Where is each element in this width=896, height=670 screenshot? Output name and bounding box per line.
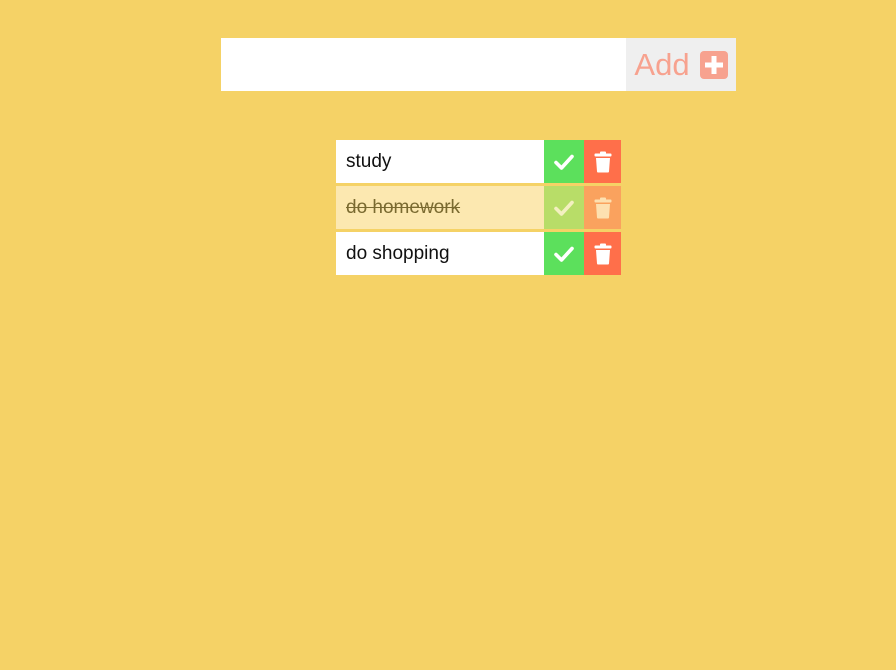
check-icon <box>554 154 574 170</box>
todo-text: do shopping <box>346 242 450 264</box>
todo-text: do homework <box>346 196 461 218</box>
check-icon <box>554 246 574 262</box>
delete-button[interactable] <box>584 140 621 183</box>
todo-item: do homework <box>336 186 621 229</box>
add-todo-form: Add <box>221 38 736 91</box>
delete-button[interactable] <box>584 232 621 275</box>
trash-icon <box>594 243 611 264</box>
add-button-label: Add <box>634 47 690 82</box>
add-button[interactable]: Add <box>626 38 736 91</box>
check-icon <box>554 200 574 216</box>
todo-item: study <box>336 140 621 183</box>
delete-button[interactable] <box>584 186 621 229</box>
todo-list: study do homework do shopping <box>336 140 621 278</box>
todo-input[interactable] <box>221 38 626 91</box>
complete-button[interactable] <box>544 140 584 183</box>
todo-text: study <box>346 150 392 172</box>
plus-square-icon <box>699 50 728 79</box>
complete-button[interactable] <box>544 186 584 229</box>
trash-icon <box>594 197 611 218</box>
todo-item: do shopping <box>336 232 621 275</box>
trash-icon <box>594 151 611 172</box>
complete-button[interactable] <box>544 232 584 275</box>
